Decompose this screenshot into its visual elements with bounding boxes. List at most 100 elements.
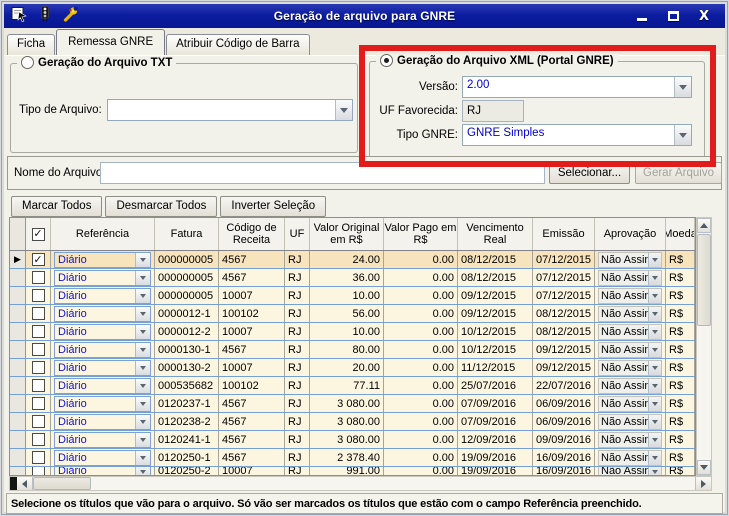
versao-combo[interactable]: 2.00	[462, 76, 692, 98]
cell-vencimento[interactable]: 19/09/2016	[458, 449, 533, 466]
cell-uf[interactable]: RJ	[285, 269, 310, 286]
cell-referencia[interactable]: Diário	[51, 359, 155, 376]
cell-moeda[interactable]: R$	[666, 413, 695, 430]
select-all-checkbox[interactable]	[26, 218, 51, 250]
row-checkbox[interactable]	[32, 467, 45, 475]
cell-codigo[interactable]: 4567	[219, 413, 285, 430]
referencia-combo[interactable]: Diário	[54, 324, 151, 340]
tab-ficha[interactable]: Ficha	[7, 34, 55, 55]
cell-codigo[interactable]: 4567	[219, 431, 285, 448]
chevron-down-icon[interactable]	[648, 397, 661, 411]
chevron-down-icon[interactable]	[135, 467, 150, 475]
aprovacao-combo[interactable]: Não Assinado	[598, 288, 662, 304]
chevron-down-icon[interactable]	[135, 271, 150, 285]
referencia-combo[interactable]: Diário	[54, 288, 151, 304]
row-checkbox[interactable]	[32, 397, 45, 410]
cell-pago[interactable]: 0.00	[384, 269, 458, 286]
row-indicator[interactable]	[10, 431, 26, 448]
cell-referencia[interactable]: Diário	[51, 377, 155, 394]
cell-checkbox[interactable]	[26, 431, 51, 448]
cell-aprovacao[interactable]: Não Assinado	[595, 305, 666, 322]
cell-valor[interactable]: 77.11	[310, 377, 384, 394]
row-indicator[interactable]	[10, 413, 26, 430]
referencia-combo[interactable]: Diário	[54, 306, 151, 322]
cell-fatura[interactable]: 000000005	[155, 287, 219, 304]
cell-vencimento[interactable]: 07/09/2016	[458, 413, 533, 430]
cell-fatura[interactable]: 000000005	[155, 251, 219, 268]
chevron-down-icon[interactable]	[135, 379, 150, 393]
cell-valor[interactable]: 3 080.00	[310, 395, 384, 412]
horizontal-scroll-track[interactable]	[91, 477, 695, 490]
cell-referencia[interactable]: Diário	[51, 395, 155, 412]
cell-aprovacao[interactable]: Não Assinado	[595, 449, 666, 466]
cell-codigo[interactable]: 10007	[219, 467, 285, 475]
referencia-combo[interactable]: Diário	[54, 378, 151, 394]
cell-fatura[interactable]: 0000012-2	[155, 323, 219, 340]
cell-codigo[interactable]: 4567	[219, 341, 285, 358]
cell-pago[interactable]: 0.00	[384, 305, 458, 322]
tipo-gnre-combo[interactable]: GNRE Simples	[462, 124, 692, 146]
scroll-left-icon[interactable]	[17, 477, 33, 490]
cell-uf[interactable]: RJ	[285, 449, 310, 466]
referencia-combo[interactable]: Diário	[54, 360, 151, 376]
scroll-up-icon[interactable]	[697, 218, 711, 233]
cell-pago[interactable]: 0.00	[384, 287, 458, 304]
cell-uf[interactable]: RJ	[285, 305, 310, 322]
chevron-down-icon[interactable]	[135, 451, 150, 465]
column-header-referencia[interactable]: Referência	[51, 218, 155, 250]
txt-radio[interactable]	[21, 56, 34, 69]
column-header-valor[interactable]: Valor Original em R$	[310, 218, 384, 250]
cell-pago[interactable]: 0.00	[384, 341, 458, 358]
chevron-down-icon[interactable]	[648, 289, 661, 303]
row-indicator[interactable]	[10, 323, 26, 340]
cell-valor[interactable]: 3 080.00	[310, 413, 384, 430]
cell-pago[interactable]: 0.00	[384, 413, 458, 430]
cell-moeda[interactable]: R$	[666, 251, 695, 268]
column-header-indicator[interactable]	[10, 218, 26, 250]
aprovacao-combo[interactable]: Não Assinado	[598, 252, 662, 268]
cell-fatura[interactable]: 0120238-2	[155, 413, 219, 430]
cell-vencimento[interactable]: 25/07/2016	[458, 377, 533, 394]
cell-uf[interactable]: RJ	[285, 323, 310, 340]
cell-aprovacao[interactable]: Não Assinado	[595, 341, 666, 358]
cell-uf[interactable]: RJ	[285, 395, 310, 412]
cell-codigo[interactable]: 100102	[219, 305, 285, 322]
cell-valor[interactable]: 991.00	[310, 467, 384, 475]
cell-emissao[interactable]: 07/12/2015	[533, 269, 595, 286]
generate-file-button[interactable]: Gerar Arquivo	[635, 162, 722, 184]
cell-emissao[interactable]: 06/09/2016	[533, 395, 595, 412]
wrench-icon[interactable]	[62, 6, 79, 27]
chevron-down-icon[interactable]	[648, 415, 661, 429]
marcar-todos-button[interactable]: Marcar Todos	[11, 196, 102, 217]
chevron-down-icon[interactable]	[648, 379, 661, 393]
cell-pago[interactable]: 0.00	[384, 377, 458, 394]
referencia-combo[interactable]: Diário	[54, 396, 151, 412]
cell-fatura[interactable]: 0120250-2	[155, 467, 219, 475]
traffic-light-icon[interactable]	[39, 6, 51, 27]
cell-checkbox[interactable]	[26, 359, 51, 376]
cell-fatura[interactable]: 0000012-1	[155, 305, 219, 322]
cell-moeda[interactable]: R$	[666, 431, 695, 448]
cell-uf[interactable]: RJ	[285, 467, 310, 475]
select-file-button[interactable]: Selecionar...	[549, 162, 630, 184]
cell-codigo[interactable]: 4567	[219, 269, 285, 286]
row-indicator[interactable]	[10, 341, 26, 358]
cell-pago[interactable]: 0.00	[384, 323, 458, 340]
cell-checkbox[interactable]	[26, 251, 51, 268]
cell-emissao[interactable]: 08/12/2015	[533, 305, 595, 322]
chevron-down-icon[interactable]	[135, 361, 150, 375]
cell-codigo[interactable]: 10007	[219, 287, 285, 304]
maximize-button[interactable]	[666, 9, 680, 23]
tipo-arquivo-combo[interactable]	[107, 99, 353, 121]
row-checkbox[interactable]	[32, 361, 45, 374]
chevron-down-icon[interactable]	[135, 397, 150, 411]
minimize-button[interactable]	[635, 9, 649, 23]
chevron-down-icon[interactable]	[648, 253, 661, 267]
aprovacao-combo[interactable]: Não Assinado	[598, 432, 662, 448]
cell-valor[interactable]: 2 378.40	[310, 449, 384, 466]
cell-checkbox[interactable]	[26, 305, 51, 322]
row-indicator[interactable]	[10, 467, 26, 475]
aprovacao-combo[interactable]: Não Assinado	[598, 324, 662, 340]
cell-aprovacao[interactable]: Não Assinado	[595, 323, 666, 340]
cell-emissao[interactable]: 08/12/2015	[533, 323, 595, 340]
